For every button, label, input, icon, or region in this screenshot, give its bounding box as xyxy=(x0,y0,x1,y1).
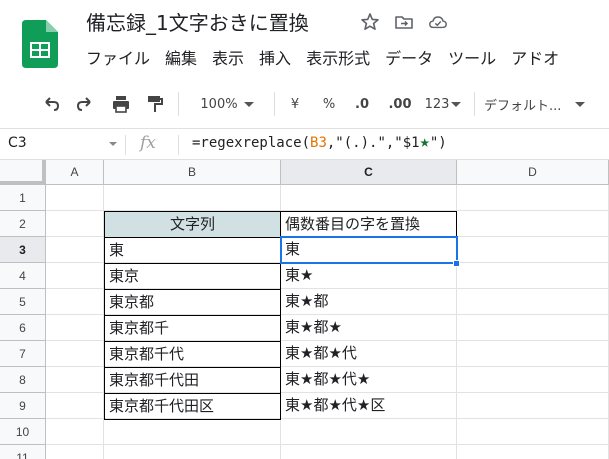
row-header-9[interactable]: 9 xyxy=(0,393,46,419)
grid-cell[interactable] xyxy=(46,341,104,367)
select-all-corner[interactable] xyxy=(0,160,46,185)
menu-data[interactable]: データ xyxy=(385,47,433,71)
grid-cell[interactable] xyxy=(46,289,104,315)
row-header-11[interactable]: 11 xyxy=(0,445,46,459)
grid-cell[interactable] xyxy=(46,237,104,263)
column-header-d[interactable]: D xyxy=(457,160,609,185)
grid-cell[interactable] xyxy=(457,289,609,315)
percent-format-button[interactable]: % xyxy=(316,84,342,124)
grid-cell[interactable] xyxy=(104,445,281,459)
grid-cell[interactable] xyxy=(457,185,609,211)
fx-icon: fx xyxy=(140,133,156,153)
currency-format-button[interactable]: ¥ xyxy=(282,84,308,124)
cell-b8[interactable]: 東京都千代田 xyxy=(104,367,281,394)
increase-decimal-button[interactable]: .00 xyxy=(383,84,417,124)
table-header-string[interactable]: 文字列 xyxy=(104,211,281,238)
star-icon[interactable] xyxy=(360,12,380,32)
document-title[interactable]: 備忘録_1文字おきに置換 xyxy=(86,10,309,36)
name-box[interactable]: C3 xyxy=(0,129,125,159)
cell-c7[interactable]: 東★都★代 xyxy=(281,341,457,367)
grid-cell[interactable] xyxy=(46,419,104,445)
undo-icon[interactable] xyxy=(38,84,64,124)
chevron-down-icon xyxy=(243,101,254,107)
grid-cell[interactable] xyxy=(457,367,609,393)
row-header-4[interactable]: 4 xyxy=(0,263,46,289)
more-formats-select[interactable]: 123 xyxy=(420,84,466,124)
cell-c3[interactable]: 東 xyxy=(281,237,457,263)
row-header-6[interactable]: 6 xyxy=(0,315,46,341)
font-family-select[interactable]: デフォルト... xyxy=(484,84,606,124)
fill-handle[interactable] xyxy=(453,260,460,267)
toolbar: 100% ¥ % .0 .00 123 デフォルト... xyxy=(0,84,609,124)
menu-bar: ファイル 編集 表示 挿入 表示形式 データ ツール アドオ xyxy=(86,47,574,71)
grid-cell[interactable] xyxy=(457,237,609,263)
cloud-saved-icon[interactable] xyxy=(428,12,448,32)
redo-icon[interactable] xyxy=(72,84,98,124)
cell-b6[interactable]: 東京都千 xyxy=(104,315,281,342)
column-header-c[interactable]: C xyxy=(281,160,457,185)
row-header-7[interactable]: 7 xyxy=(0,341,46,367)
row-header-1[interactable]: 1 xyxy=(0,185,46,211)
menu-tools[interactable]: ツール xyxy=(448,47,496,71)
grid-cell[interactable] xyxy=(457,341,609,367)
chevron-down-icon xyxy=(109,142,117,146)
grid-cell[interactable] xyxy=(457,211,609,237)
grid-cell[interactable] xyxy=(281,419,457,445)
grid-cell[interactable] xyxy=(104,185,281,211)
zoom-select[interactable]: 100% xyxy=(188,84,266,124)
menu-format[interactable]: 表示形式 xyxy=(306,47,370,71)
grid-cell[interactable] xyxy=(46,367,104,393)
grid-cell[interactable] xyxy=(281,445,457,459)
formula-bar: C3 fx =regexreplace(B3,"(.).","$1★") xyxy=(0,128,609,160)
sheets-logo[interactable] xyxy=(22,20,58,68)
grid-cell[interactable] xyxy=(46,315,104,341)
print-icon[interactable] xyxy=(108,84,134,124)
row-header-3[interactable]: 3 xyxy=(0,237,46,263)
column-header-b[interactable]: B xyxy=(104,160,281,185)
grid-cell[interactable] xyxy=(457,445,609,459)
grid-cell[interactable] xyxy=(46,445,104,459)
row-header-8[interactable]: 8 xyxy=(0,367,46,393)
decrease-decimal-button[interactable]: .0 xyxy=(348,84,376,124)
cell-c6[interactable]: 東★都★ xyxy=(281,315,457,341)
star-glyph: ★ xyxy=(419,132,430,152)
cell-b7[interactable]: 東京都千代 xyxy=(104,341,281,368)
menu-view[interactable]: 表示 xyxy=(212,47,244,71)
grid-cell[interactable] xyxy=(457,393,609,419)
grid-cell[interactable] xyxy=(457,315,609,341)
cell-c5[interactable]: 東★都 xyxy=(281,289,457,315)
cell-b9[interactable]: 東京都千代田区 xyxy=(104,393,281,420)
cell-b3[interactable]: 東 xyxy=(104,237,281,264)
menu-edit[interactable]: 編集 xyxy=(165,47,197,71)
grid-cell[interactable] xyxy=(46,393,104,419)
grid-cell[interactable] xyxy=(104,419,281,445)
grid-cell[interactable] xyxy=(46,263,104,289)
grid-cell[interactable] xyxy=(46,211,104,237)
menu-addons[interactable]: アドオ xyxy=(511,47,559,71)
paint-format-icon[interactable] xyxy=(142,84,168,124)
cell-c4[interactable]: 東★ xyxy=(281,263,457,289)
grid-cell[interactable] xyxy=(281,185,457,211)
row-header-5[interactable]: 5 xyxy=(0,289,46,315)
cell-b5[interactable]: 東京都 xyxy=(104,289,281,316)
cell-b4[interactable]: 東京 xyxy=(104,263,281,290)
row-header-2[interactable]: 2 xyxy=(0,211,46,237)
grid-cell[interactable] xyxy=(457,419,609,445)
table-header-replaced[interactable]: 偶数番目の字を置換 xyxy=(280,211,457,238)
formula-input[interactable]: =regexreplace(B3,"(.).","$1★") xyxy=(192,132,447,152)
grid-cell[interactable] xyxy=(46,185,104,211)
grid-cell[interactable] xyxy=(457,263,609,289)
chevron-down-icon xyxy=(575,101,586,107)
move-folder-icon[interactable] xyxy=(394,12,414,32)
column-header-a[interactable]: A xyxy=(46,160,104,185)
row-header-10[interactable]: 10 xyxy=(0,419,46,445)
cell-reference: B3 xyxy=(310,135,327,151)
cell-c9[interactable]: 東★都★代★区 xyxy=(281,393,457,419)
menu-insert[interactable]: 挿入 xyxy=(259,47,291,71)
menu-file[interactable]: ファイル xyxy=(86,47,150,71)
cell-c8[interactable]: 東★都★代★ xyxy=(281,367,457,393)
chevron-down-icon xyxy=(451,101,462,107)
